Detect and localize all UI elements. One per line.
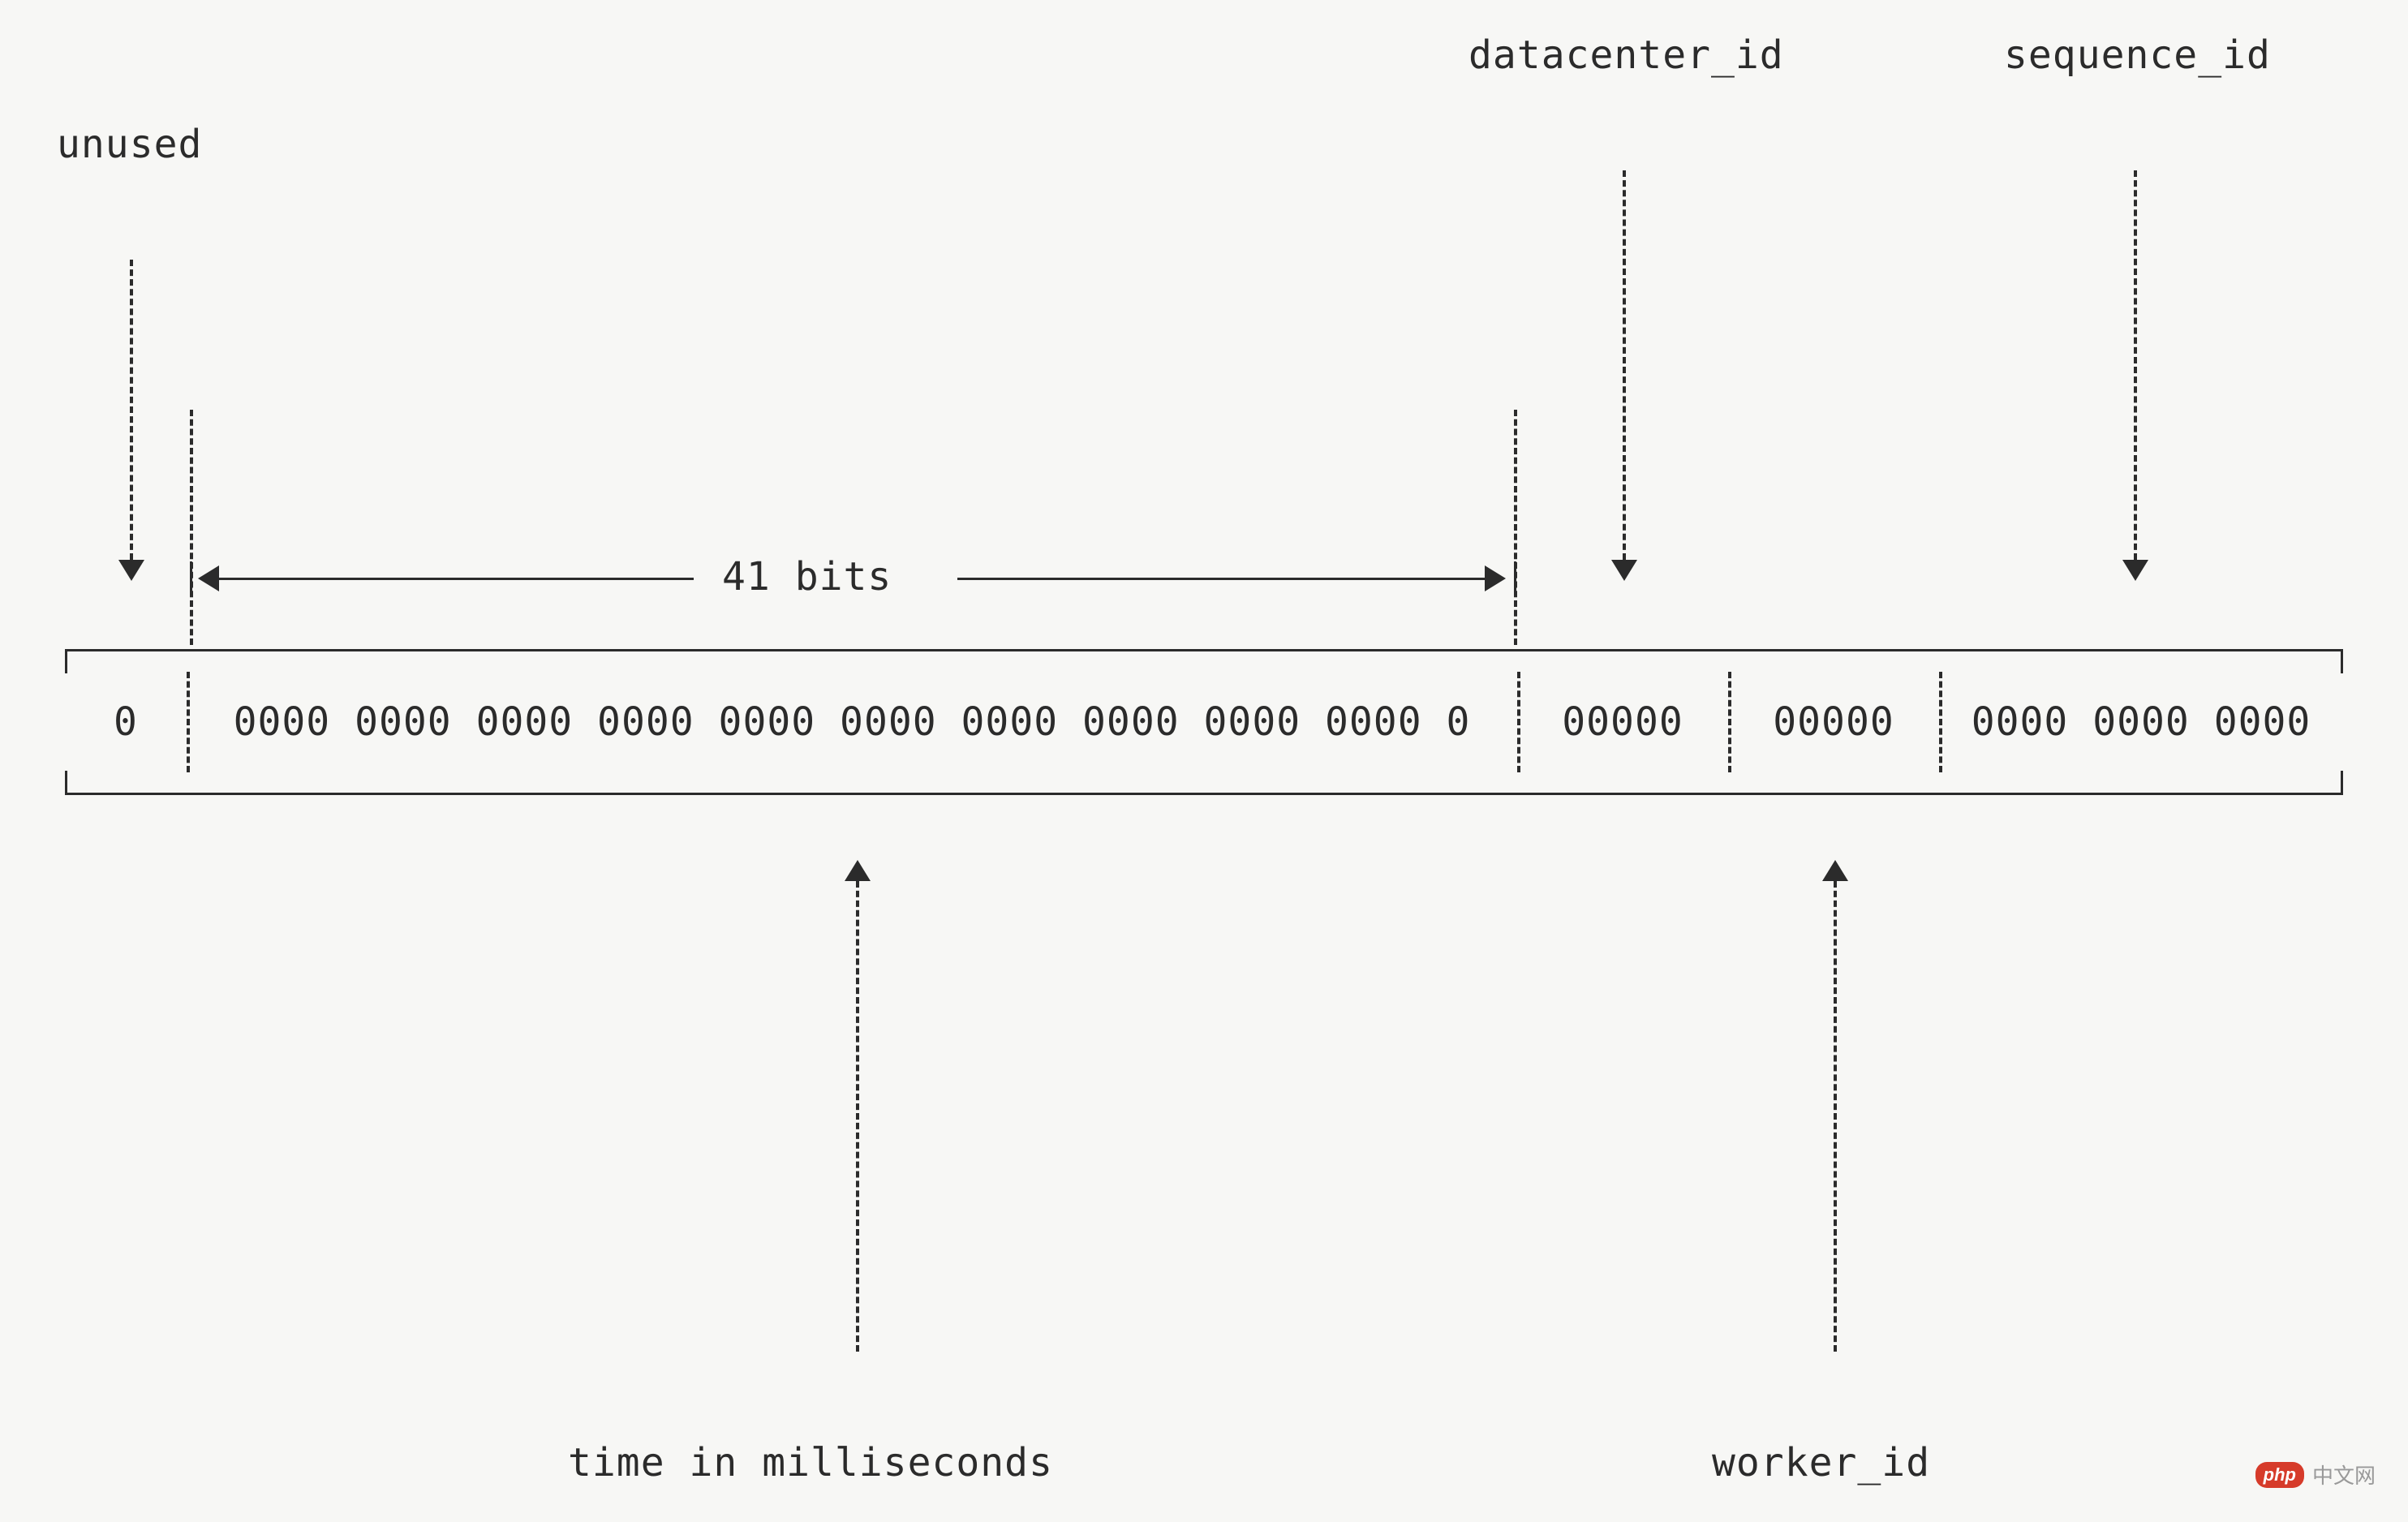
label-unused: unused [57,122,202,167]
arrow-down-icon [2122,560,2148,581]
arrow-down-icon [1611,560,1637,581]
arrow-up-icon [845,860,871,881]
watermark: php 中文网 [2255,1460,2376,1490]
cell-unused-bits: 0 [65,649,187,795]
arrow-down-icon [118,560,144,581]
pointer-time [856,881,859,1352]
pointer-sequence [2134,170,2137,560]
span-tick [190,561,192,595]
bit-row: 0 0000 0000 0000 0000 0000 0000 0000 000… [65,649,2343,795]
cell-datacenter-bits: 00000 [1517,649,1728,795]
span-end-right [1514,410,1517,645]
pointer-unused [130,260,133,560]
span-tick [1514,561,1516,595]
watermark-logo: php [2255,1462,2304,1488]
label-41-bits: 41 bits [722,554,892,600]
label-sequence-id: sequence_id [2004,32,2271,78]
span-line-right [957,578,1485,580]
cell-sequence-bits: 0000 0000 0000 [1939,649,2343,795]
watermark-text: 中文网 [2312,1460,2376,1490]
label-worker-id: worker_id [1712,1440,1930,1485]
cell-worker-bits: 00000 [1728,649,1939,795]
cell-timestamp-bits: 0000 0000 0000 0000 0000 0000 0000 0000 … [187,649,1517,795]
span-line-left [219,578,694,580]
pointer-worker [1834,881,1837,1352]
arrow-left-icon [198,565,219,591]
label-datacenter-id: datacenter_id [1468,32,1784,78]
span-end-left [190,410,193,645]
label-time-ms: time in milliseconds [568,1440,1053,1485]
arrow-up-icon [1822,860,1848,881]
pointer-datacenter [1623,170,1626,560]
arrow-right-icon [1485,565,1506,591]
